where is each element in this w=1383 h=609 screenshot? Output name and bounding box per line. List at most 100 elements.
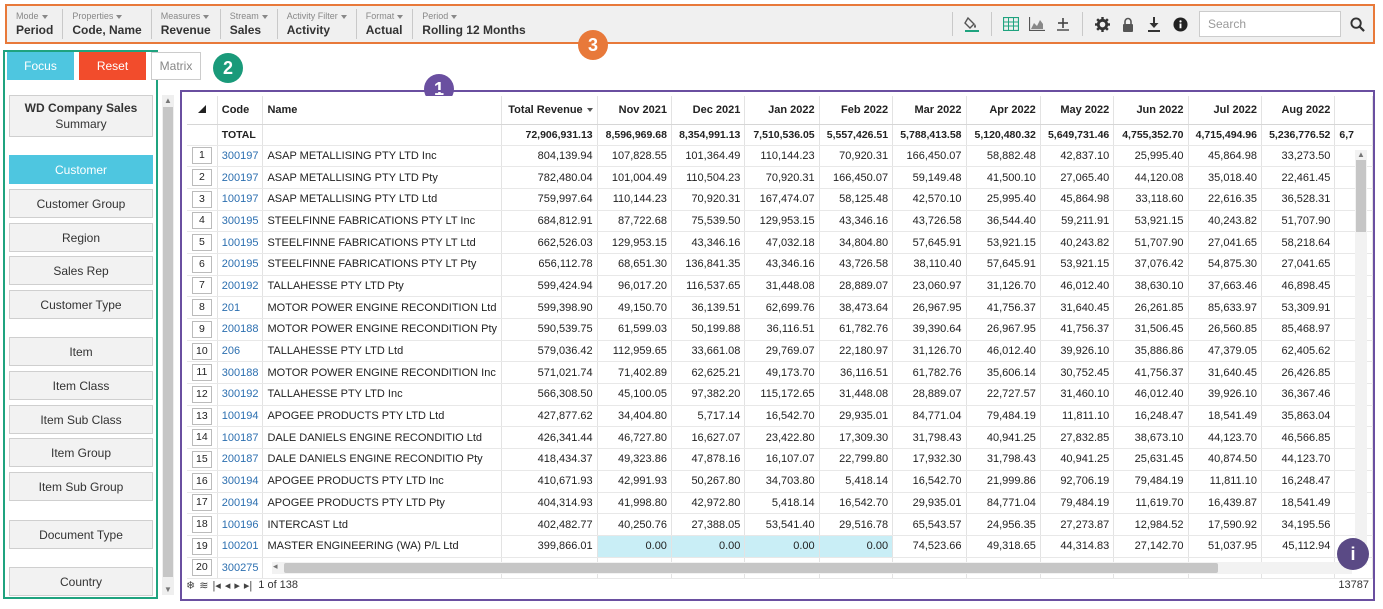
summary-button[interactable]: WD Company Sales Summary: [9, 95, 153, 137]
code-link[interactable]: 200195: [217, 253, 264, 276]
pager-layers-icon[interactable]: ≋: [199, 579, 208, 592]
scroll-down-arrow-icon[interactable]: ▼: [164, 585, 172, 594]
column-header[interactable]: Total Revenue: [501, 96, 598, 125]
code-link[interactable]: 200197: [217, 166, 264, 189]
grid-scroll-left-icon[interactable]: ◂: [273, 561, 278, 572]
table-row[interactable]: 18 100196 INTERCAST Ltd 402,482.77 40,250.76…: [187, 513, 1373, 536]
toolbar-dropdown-measures[interactable]: Measures Revenue: [152, 9, 221, 39]
column-header[interactable]: Nov 2021: [597, 96, 672, 125]
grid-horizontal-scrollbar-thumb[interactable]: [284, 563, 1218, 573]
table-view-icon[interactable]: [999, 12, 1023, 36]
pager-settings-icon[interactable]: ❄: [186, 579, 195, 592]
prev-page-icon[interactable]: ◂: [225, 579, 231, 592]
grid-vertical-scrollbar[interactable]: ▲: [1355, 150, 1367, 565]
column-header[interactable]: Apr 2022: [966, 96, 1041, 125]
row-number-cell[interactable]: 18: [187, 513, 218, 536]
row-number-cell[interactable]: 11: [187, 361, 218, 385]
row-number-cell[interactable]: 1: [187, 145, 218, 168]
row-number-cell[interactable]: 16: [187, 470, 218, 493]
table-row[interactable]: 1 300197 ASAP METALLISING PTY LTD Inc 804,1…: [187, 145, 1373, 168]
dimension-sales-rep[interactable]: Sales Rep: [9, 256, 153, 285]
left-scrollbar-thumb[interactable]: [163, 107, 173, 577]
row-number-cell[interactable]: 10: [187, 340, 218, 363]
table-row[interactable]: 4 300195 STEELFINNE FABRICATIONS PTY LT In…: [187, 210, 1373, 233]
dimension-customer-group[interactable]: Customer Group: [9, 189, 153, 218]
table-row[interactable]: 10 206 TALLAHESSE PTY LTD Ltd 579,036.42 112…: [187, 340, 1373, 363]
table-row[interactable]: 8 201 MOTOR POWER ENGINE RECONDITION Ltd 59…: [187, 296, 1373, 319]
dimension-country[interactable]: Country: [9, 567, 153, 596]
code-link[interactable]: 300194: [217, 470, 264, 493]
matrix-button[interactable]: Matrix: [151, 52, 201, 80]
row-number-cell[interactable]: 17: [187, 492, 218, 515]
first-page-icon[interactable]: |◂: [212, 579, 220, 592]
column-header[interactable]: Dec 2021: [671, 96, 746, 125]
table-row[interactable]: 13 100194 APOGEE PRODUCTS PTY LTD Ltd 427,8…: [187, 405, 1373, 428]
table-row[interactable]: 5 100195 STEELFINNE FABRICATIONS PTY LT Lt…: [187, 231, 1373, 254]
toolbar-dropdown-properties[interactable]: Properties Code, Name: [63, 9, 152, 39]
row-number-cell[interactable]: 12: [187, 383, 218, 406]
dimension-customer-type[interactable]: Customer Type: [9, 290, 153, 319]
row-number-cell[interactable]: 5: [187, 231, 218, 254]
paint-bucket-icon[interactable]: [960, 12, 984, 36]
code-link[interactable]: 300195: [217, 210, 264, 233]
search-input[interactable]: [1199, 11, 1341, 37]
table-row[interactable]: 19 100201 MASTER ENGINEERING (WA) P/L Ltd 3…: [187, 535, 1373, 558]
table-row[interactable]: 16 300194 APOGEE PRODUCTS PTY LTD Inc 410,6…: [187, 470, 1373, 493]
table-row[interactable]: 15 200187 DALE DANIELS ENGINE RECONDITIO P…: [187, 448, 1373, 471]
column-header[interactable]: Name: [262, 96, 503, 125]
scroll-up-arrow-icon[interactable]: ▲: [164, 96, 172, 105]
code-link[interactable]: 100195: [217, 231, 264, 254]
settings-icon[interactable]: [1090, 12, 1114, 36]
column-header[interactable]: Jul 2022: [1188, 96, 1262, 125]
focus-button[interactable]: Focus: [7, 52, 74, 80]
code-link[interactable]: 200187: [217, 448, 264, 471]
last-page-icon[interactable]: ▸|: [244, 579, 252, 592]
chart-view-icon[interactable]: [1025, 12, 1049, 36]
grid-scroll-up-icon[interactable]: ▲: [1357, 150, 1365, 159]
table-row[interactable]: 9 200188 MOTOR POWER ENGINE RECONDITION Pt…: [187, 318, 1373, 341]
grid-vertical-scrollbar-thumb[interactable]: [1356, 160, 1366, 232]
code-link[interactable]: 200194: [217, 492, 264, 515]
row-number-cell[interactable]: 6: [187, 253, 218, 276]
reset-button[interactable]: Reset: [79, 52, 146, 80]
search-icon[interactable]: [1345, 12, 1369, 36]
row-number-cell[interactable]: 13: [187, 405, 218, 428]
code-link[interactable]: 300188: [217, 361, 264, 385]
row-number-cell[interactable]: 9: [187, 318, 218, 341]
table-row[interactable]: 12 300192 TALLAHESSE PTY LTD Inc 566,308.50…: [187, 383, 1373, 406]
row-number-cell[interactable]: 3: [187, 188, 218, 211]
row-number-cell[interactable]: 15: [187, 448, 218, 471]
code-link[interactable]: 100194: [217, 405, 264, 428]
lock-icon[interactable]: [1116, 12, 1140, 36]
table-row[interactable]: 14 100187 DALE DANIELS ENGINE RECONDITIO L…: [187, 426, 1373, 450]
code-link[interactable]: 100201: [217, 535, 264, 558]
code-link[interactable]: 300192: [217, 383, 264, 406]
row-number-cell[interactable]: 7: [187, 275, 218, 298]
dimension-customer[interactable]: Customer: [9, 155, 153, 184]
dimension-item-sub-class[interactable]: Item Sub Class: [9, 405, 153, 434]
toolbar-dropdown-format[interactable]: Format Actual: [357, 9, 414, 39]
code-link[interactable]: 100187: [217, 426, 264, 450]
code-link[interactable]: 206: [217, 340, 264, 363]
code-link[interactable]: 200192: [217, 275, 264, 298]
toolbar-dropdown-activity-filter[interactable]: Activity Filter Activity: [278, 9, 357, 39]
row-number-cell[interactable]: 8: [187, 296, 218, 319]
table-row[interactable]: 7 200192 TALLAHESSE PTY LTD Pty 599,424.94 9…: [187, 275, 1373, 298]
code-link[interactable]: 300197: [217, 145, 264, 168]
table-row[interactable]: 2 200197 ASAP METALLISING PTY LTD Pty 782,4…: [187, 166, 1373, 189]
add-measure-icon[interactable]: [1051, 12, 1075, 36]
row-number-cell[interactable]: 4: [187, 210, 218, 233]
toolbar-dropdown-period[interactable]: Period Rolling 12 Months: [413, 9, 534, 39]
grid-corner-cell[interactable]: [187, 96, 218, 125]
column-header[interactable]: May 2022: [1040, 96, 1115, 125]
toolbar-dropdown-stream[interactable]: Stream Sales: [221, 9, 278, 39]
dimension-item[interactable]: Item: [9, 337, 153, 366]
toolbar-dropdown-mode[interactable]: Mode Period: [7, 9, 64, 39]
code-link[interactable]: 100197: [217, 188, 264, 211]
code-link[interactable]: 100196: [217, 513, 264, 536]
dimension-region[interactable]: Region: [9, 223, 153, 252]
info-icon[interactable]: [1168, 12, 1192, 36]
table-row[interactable]: 17 200194 APOGEE PRODUCTS PTY LTD Pty 404,3…: [187, 492, 1373, 515]
table-row[interactable]: 6 200195 STEELFINNE FABRICATIONS PTY LT Pt…: [187, 253, 1373, 276]
dimension-item-group[interactable]: Item Group: [9, 438, 153, 467]
